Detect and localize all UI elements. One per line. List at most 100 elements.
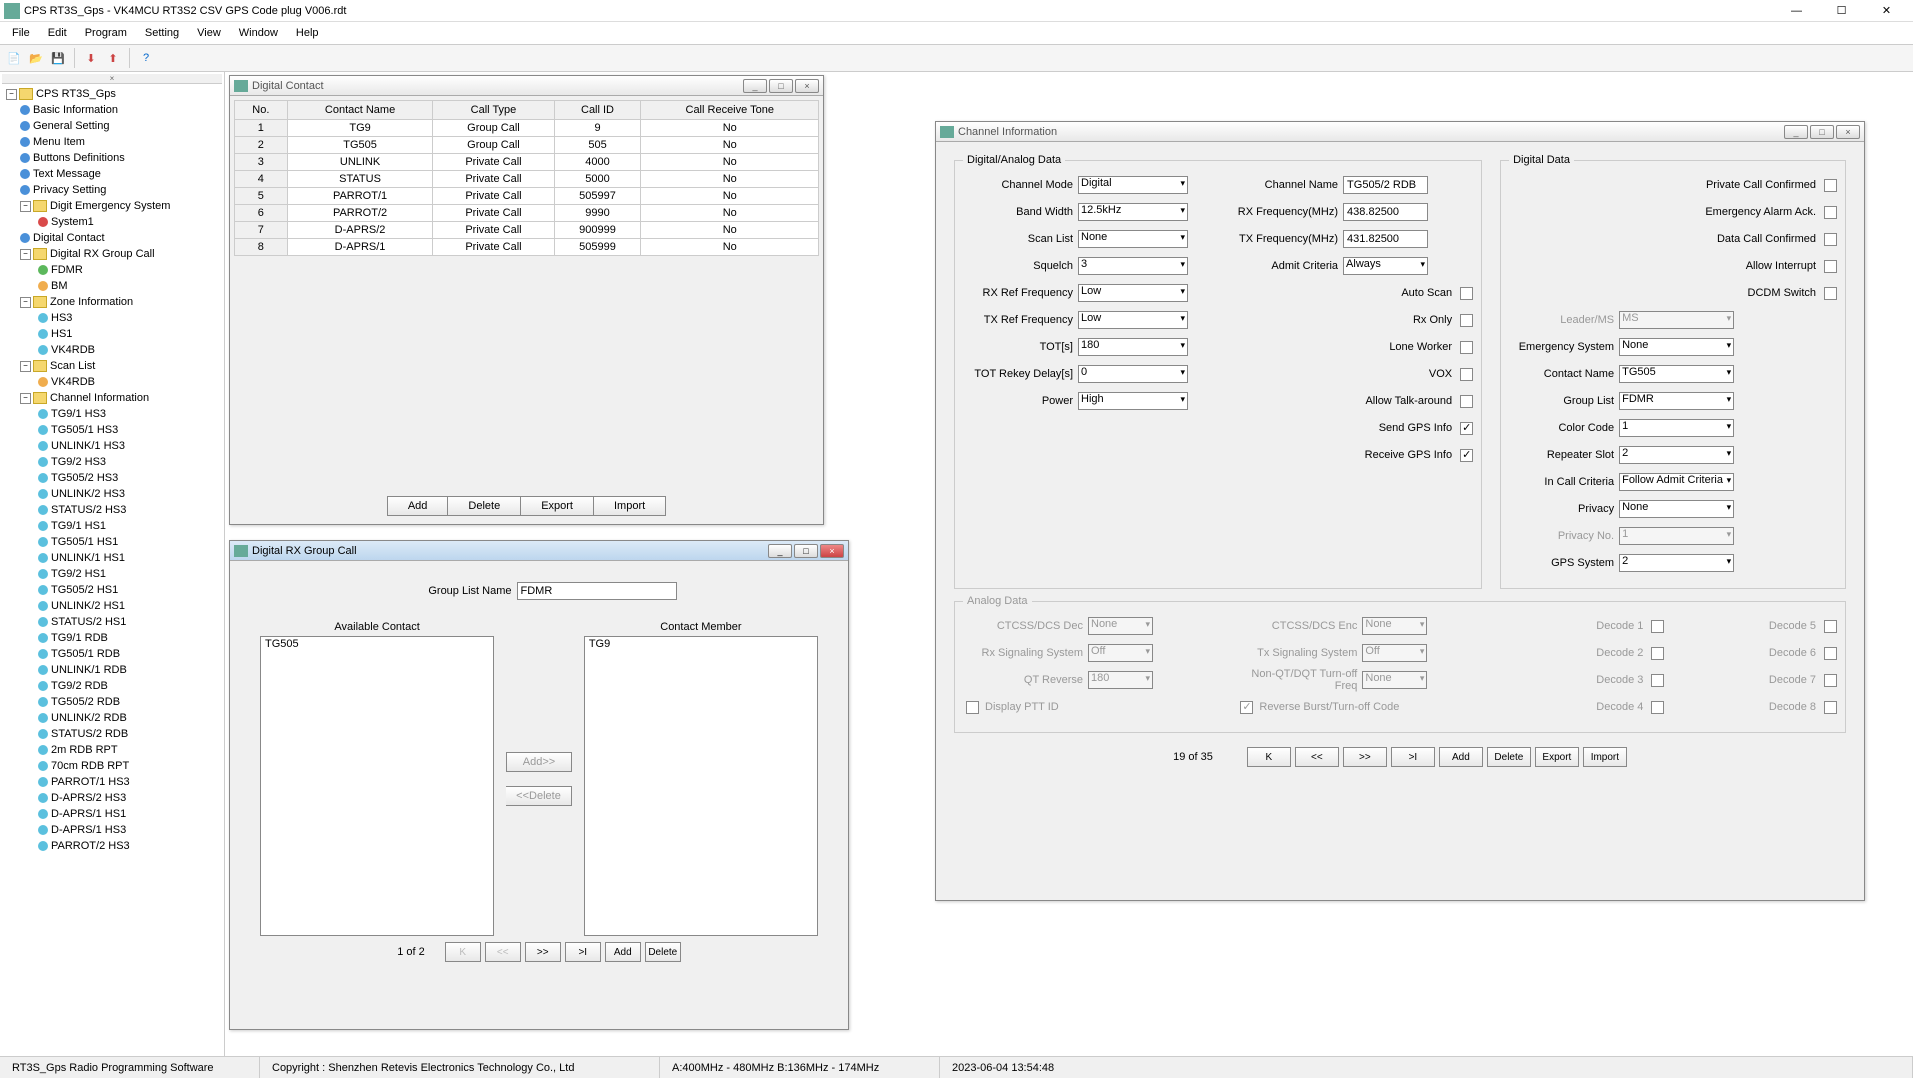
menu-program[interactable]: Program xyxy=(77,25,135,41)
table-header[interactable]: Call Receive Tone xyxy=(641,101,819,120)
allow_int-checkbox[interactable] xyxy=(1824,260,1837,273)
rx_ref-select[interactable]: Low xyxy=(1078,284,1188,302)
repeater_slot-select[interactable]: 2 xyxy=(1619,446,1734,464)
pager-button[interactable]: Import xyxy=(1583,747,1627,767)
tree-item[interactable]: System1 xyxy=(2,214,222,230)
table-row[interactable]: 3UNLINKPrivate Call4000No xyxy=(235,154,819,171)
table-row[interactable]: 5PARROT/1Private Call505997No xyxy=(235,188,819,205)
close-button[interactable]: × xyxy=(820,544,844,558)
pager-button[interactable]: Delete xyxy=(645,942,681,962)
minimize-button[interactable]: _ xyxy=(743,79,767,93)
pager-button[interactable]: << xyxy=(485,942,521,962)
menu-edit[interactable]: Edit xyxy=(40,25,75,41)
list-item[interactable]: TG9 xyxy=(585,637,817,651)
tree-item[interactable]: STATUS/2 HS3 xyxy=(2,502,222,518)
vox-checkbox[interactable] xyxy=(1460,368,1473,381)
tree-toggle-icon[interactable]: − xyxy=(6,89,17,100)
table-row[interactable]: 6PARROT/2Private Call9990No xyxy=(235,205,819,222)
channel_name-input[interactable] xyxy=(1343,176,1428,194)
delete-button[interactable]: Delete xyxy=(448,496,521,516)
tree-item[interactable]: TG505/2 RDB xyxy=(2,694,222,710)
tree-item[interactable]: TG505/2 HS3 xyxy=(2,470,222,486)
maximize-button[interactable]: ☐ xyxy=(1819,0,1864,22)
emerg_alarm-checkbox[interactable] xyxy=(1824,206,1837,219)
tree-toggle-icon[interactable]: − xyxy=(20,361,31,372)
tree-item[interactable]: TG9/2 RDB xyxy=(2,678,222,694)
tree-item[interactable]: STATUS/2 RDB xyxy=(2,726,222,742)
group-list-name-input[interactable] xyxy=(517,582,677,600)
pager-button[interactable]: Add xyxy=(605,942,641,962)
minimize-button[interactable]: _ xyxy=(768,544,792,558)
add-button[interactable]: Add xyxy=(387,496,449,516)
tree-item[interactable]: 2m RDB RPT xyxy=(2,742,222,758)
data_call_conf-checkbox[interactable] xyxy=(1824,233,1837,246)
tree-panel[interactable]: × −CPS RT3S_GpsBasic InformationGeneral … xyxy=(0,72,225,1056)
in_call-select[interactable]: Follow Admit Criteria xyxy=(1619,473,1734,491)
write-icon[interactable]: ⬆ xyxy=(103,48,123,68)
tree-item[interactable]: BM xyxy=(2,278,222,294)
pager-button[interactable]: >I xyxy=(1391,747,1435,767)
remove-from-group-button[interactable]: <<Delete xyxy=(506,786,572,806)
import-button[interactable]: Import xyxy=(594,496,666,516)
tree-item[interactable]: Text Message xyxy=(2,166,222,182)
pager-button[interactable]: >I xyxy=(565,942,601,962)
tree-item[interactable]: HS1 xyxy=(2,326,222,342)
admit-select[interactable]: Always xyxy=(1343,257,1428,275)
pager-button[interactable]: << xyxy=(1295,747,1339,767)
tree-item[interactable]: TG9/1 HS3 xyxy=(2,406,222,422)
close-button[interactable]: × xyxy=(795,79,819,93)
tree-item[interactable]: −Channel Information xyxy=(2,390,222,406)
tree-item[interactable]: PARROT/1 HS3 xyxy=(2,774,222,790)
contacts-table[interactable]: No.Contact NameCall TypeCall IDCall Rece… xyxy=(234,100,819,256)
rx_freq-input[interactable] xyxy=(1343,203,1428,221)
table-row[interactable]: 8D-APRS/1Private Call505999No xyxy=(235,239,819,256)
tree-item[interactable]: FDMR xyxy=(2,262,222,278)
table-row[interactable]: 7D-APRS/2Private Call900999No xyxy=(235,222,819,239)
tree-item[interactable]: D-APRS/1 HS1 xyxy=(2,806,222,822)
tot-select[interactable]: 180 xyxy=(1078,338,1188,356)
tot_rekey-select[interactable]: 0 xyxy=(1078,365,1188,383)
emerg_sys-select[interactable]: None xyxy=(1619,338,1734,356)
tree-item[interactable]: Basic Information xyxy=(2,102,222,118)
tree-item[interactable]: TG505/1 HS1 xyxy=(2,534,222,550)
close-button[interactable]: ✕ xyxy=(1864,0,1909,22)
tree-item[interactable]: TG9/2 HS3 xyxy=(2,454,222,470)
pager-button[interactable]: Add xyxy=(1439,747,1483,767)
available-contact-list[interactable]: TG505 xyxy=(260,636,494,936)
tree-item[interactable]: STATUS/2 HS1 xyxy=(2,614,222,630)
maximize-button[interactable]: □ xyxy=(769,79,793,93)
tree-item[interactable]: D-APRS/1 HS3 xyxy=(2,822,222,838)
tree-item[interactable]: UNLINK/2 HS1 xyxy=(2,598,222,614)
table-row[interactable]: 4STATUSPrivate Call5000No xyxy=(235,171,819,188)
pager-button[interactable]: K xyxy=(445,942,481,962)
tree-item[interactable]: −Scan List xyxy=(2,358,222,374)
pager-button[interactable]: Delete xyxy=(1487,747,1531,767)
contact_name-select[interactable]: TG505 xyxy=(1619,365,1734,383)
tree-item[interactable]: TG505/1 RDB xyxy=(2,646,222,662)
open-icon[interactable]: 📂 xyxy=(26,48,46,68)
squelch-select[interactable]: 3 xyxy=(1078,257,1188,275)
pager-button[interactable]: K xyxy=(1247,747,1291,767)
tree-item[interactable]: VK4RDB xyxy=(2,342,222,358)
talk_around-checkbox[interactable] xyxy=(1460,395,1473,408)
tree-item[interactable]: −CPS RT3S_Gps xyxy=(2,86,222,102)
tx_ref-select[interactable]: Low xyxy=(1078,311,1188,329)
tree-item[interactable]: Buttons Definitions xyxy=(2,150,222,166)
power-select[interactable]: High xyxy=(1078,392,1188,410)
save-icon[interactable]: 💾 xyxy=(48,48,68,68)
tree-item[interactable]: VK4RDB xyxy=(2,374,222,390)
tree-item[interactable]: General Setting xyxy=(2,118,222,134)
rx_only-checkbox[interactable] xyxy=(1460,314,1473,327)
menu-view[interactable]: View xyxy=(189,25,229,41)
tree-item[interactable]: UNLINK/2 HS3 xyxy=(2,486,222,502)
tree-item[interactable]: UNLINK/1 HS1 xyxy=(2,550,222,566)
menu-file[interactable]: File xyxy=(4,25,38,41)
tx_freq-input[interactable] xyxy=(1343,230,1428,248)
gps_system-select[interactable]: 2 xyxy=(1619,554,1734,572)
tree-toggle-icon[interactable]: − xyxy=(20,393,31,404)
tree-toggle-icon[interactable]: − xyxy=(20,249,31,260)
table-row[interactable]: 2TG505Group Call505No xyxy=(235,137,819,154)
tree-item[interactable]: TG9/1 HS1 xyxy=(2,518,222,534)
tree-item[interactable]: UNLINK/2 RDB xyxy=(2,710,222,726)
tree-item[interactable]: 70cm RDB RPT xyxy=(2,758,222,774)
